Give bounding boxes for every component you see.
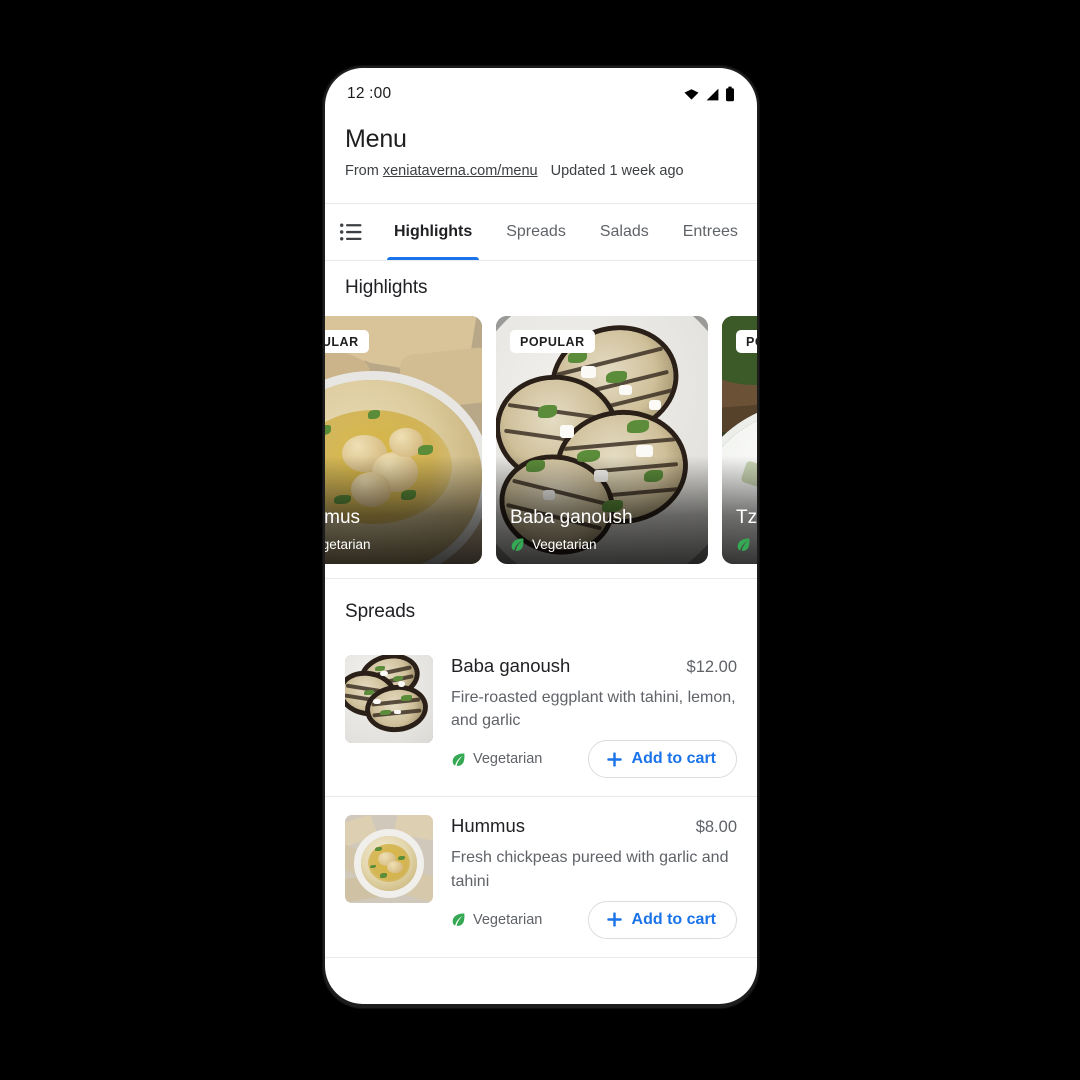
menu-item-name: Hummus (451, 815, 526, 837)
menu-item-footer: Vegetarian Add to cart (451, 740, 737, 779)
cellular-signal-icon (705, 87, 720, 102)
menu-item-tag: Vegetarian (451, 912, 542, 928)
add-to-cart-button[interactable]: Add to cart (587, 740, 737, 779)
status-bar: 12 :00 (325, 68, 757, 120)
highlight-card-tag: Vegetarian (736, 537, 757, 552)
highlight-card-text: Tzatziki Vegetarian (736, 507, 757, 552)
menu-item-header: Hummus $8.00 (451, 815, 737, 837)
menu-item-price: $12.00 (686, 658, 737, 676)
source-row: From xeniataverna.com/menu Updated 1 wee… (345, 163, 737, 179)
menu-item-tag: Vegetarian (451, 751, 542, 767)
spreads-section-title: Spreads (345, 601, 416, 622)
highlight-card-tag-label: Vegetarian (325, 537, 371, 552)
menu-item-description: Fire-roasted eggplant with tahini, lemon… (451, 689, 736, 730)
phone-screen: 12 :00 Menu From xeniataverna.com/menu U… (325, 68, 757, 1004)
wifi-icon (683, 86, 700, 103)
popular-badge: POPULAR (510, 330, 595, 353)
tab-highlights[interactable]: Highlights (377, 204, 489, 260)
highlight-card-hummus[interactable]: POPULAR Hummus Vegetarian (325, 316, 482, 564)
tab-spreads[interactable]: Spreads (489, 204, 583, 260)
screenshot-stage: 12 :00 Menu From xeniataverna.com/menu U… (0, 0, 1080, 1080)
highlights-carousel[interactable]: POPULAR Hummus Vegetarian (325, 316, 757, 564)
menu-item-footer: Vegetarian Add to cart (451, 900, 737, 939)
spreads-section: Spreads Baba ganoush $12.00 Fire-roasted… (325, 578, 757, 958)
highlight-card-tag: Vegetarian (510, 537, 698, 552)
highlight-card-tag: Vegetarian (325, 537, 472, 552)
popular-badge: POPULAR (325, 330, 369, 353)
menu-item-tag-label: Vegetarian (473, 751, 543, 768)
plus-icon (606, 912, 622, 927)
highlight-card-name: Tzatziki (736, 507, 757, 529)
menu-item-body: Hummus $8.00 Fresh chickpeas pureed with… (451, 815, 737, 939)
menu-item-tag-label: Vegetarian (473, 911, 543, 928)
leaf-icon (511, 538, 524, 551)
leaf-icon (452, 753, 465, 766)
page-header: Menu From xeniataverna.com/menu Updated … (325, 120, 757, 179)
highlight-card-name: Baba ganoush (510, 507, 633, 529)
highlight-card-text: Hummus Vegetarian (325, 507, 472, 552)
menu-item-hummus[interactable]: Hummus $8.00 Fresh chickpeas pureed with… (325, 797, 757, 958)
add-to-cart-label: Add to cart (631, 750, 716, 768)
highlight-card-tag-label: Vegetarian (532, 537, 597, 552)
highlight-card-tzatziki[interactable]: POPULAR Tzatziki Vegetarian (722, 316, 757, 564)
plus-icon (606, 752, 622, 767)
tab-strip[interactable]: Highlights Spreads Salads Entrees (377, 204, 757, 260)
menu-item-header: Baba ganoush $12.00 (451, 655, 737, 677)
battery-icon (725, 86, 735, 102)
page-title: Menu (345, 125, 407, 153)
leaf-icon (737, 538, 750, 551)
highlight-card-text: Baba ganoush Vegetarian (510, 507, 698, 552)
menu-item-description: Fresh chickpeas pureed with garlic and t… (451, 849, 729, 890)
tab-bar: Highlights Spreads Salads Entrees (325, 203, 757, 261)
tab-salads[interactable]: Salads (583, 204, 666, 260)
baba-ganoush-thumb (345, 655, 433, 743)
menu-item-baba-ganoush[interactable]: Baba ganoush $12.00 Fire-roasted eggplan… (325, 637, 757, 798)
highlight-card-baba-ganoush[interactable]: POPULAR Baba ganoush Vegetarian (496, 316, 708, 564)
source-link[interactable]: xeniataverna.com/menu (383, 163, 538, 179)
highlights-section-title: Highlights (345, 277, 428, 298)
status-icons (683, 86, 735, 103)
popular-badge: POPULAR (736, 330, 757, 353)
menu-item-name: Baba ganoush (451, 655, 571, 676)
leaf-icon (452, 913, 465, 927)
updated-timestamp: Updated 1 week ago (550, 163, 684, 179)
source-prefix-label: From (345, 163, 379, 179)
add-to-cart-label: Add to cart (631, 910, 716, 928)
highlights-section: Highlights ULAR mus getarian POPULAR Bab… (325, 261, 757, 578)
menu-item-body: Baba ganoush $12.00 Fire-roasted eggplan… (451, 655, 737, 779)
list-view-icon[interactable] (325, 204, 377, 260)
hummus-thumb (345, 815, 433, 904)
menu-item-price: $8.00 (695, 818, 737, 837)
status-time: 12 :00 (347, 85, 392, 102)
tab-entrees[interactable]: Entrees (666, 204, 755, 260)
add-to-cart-button[interactable]: Add to cart (587, 900, 737, 939)
highlight-card-name: Hummus (325, 507, 361, 529)
